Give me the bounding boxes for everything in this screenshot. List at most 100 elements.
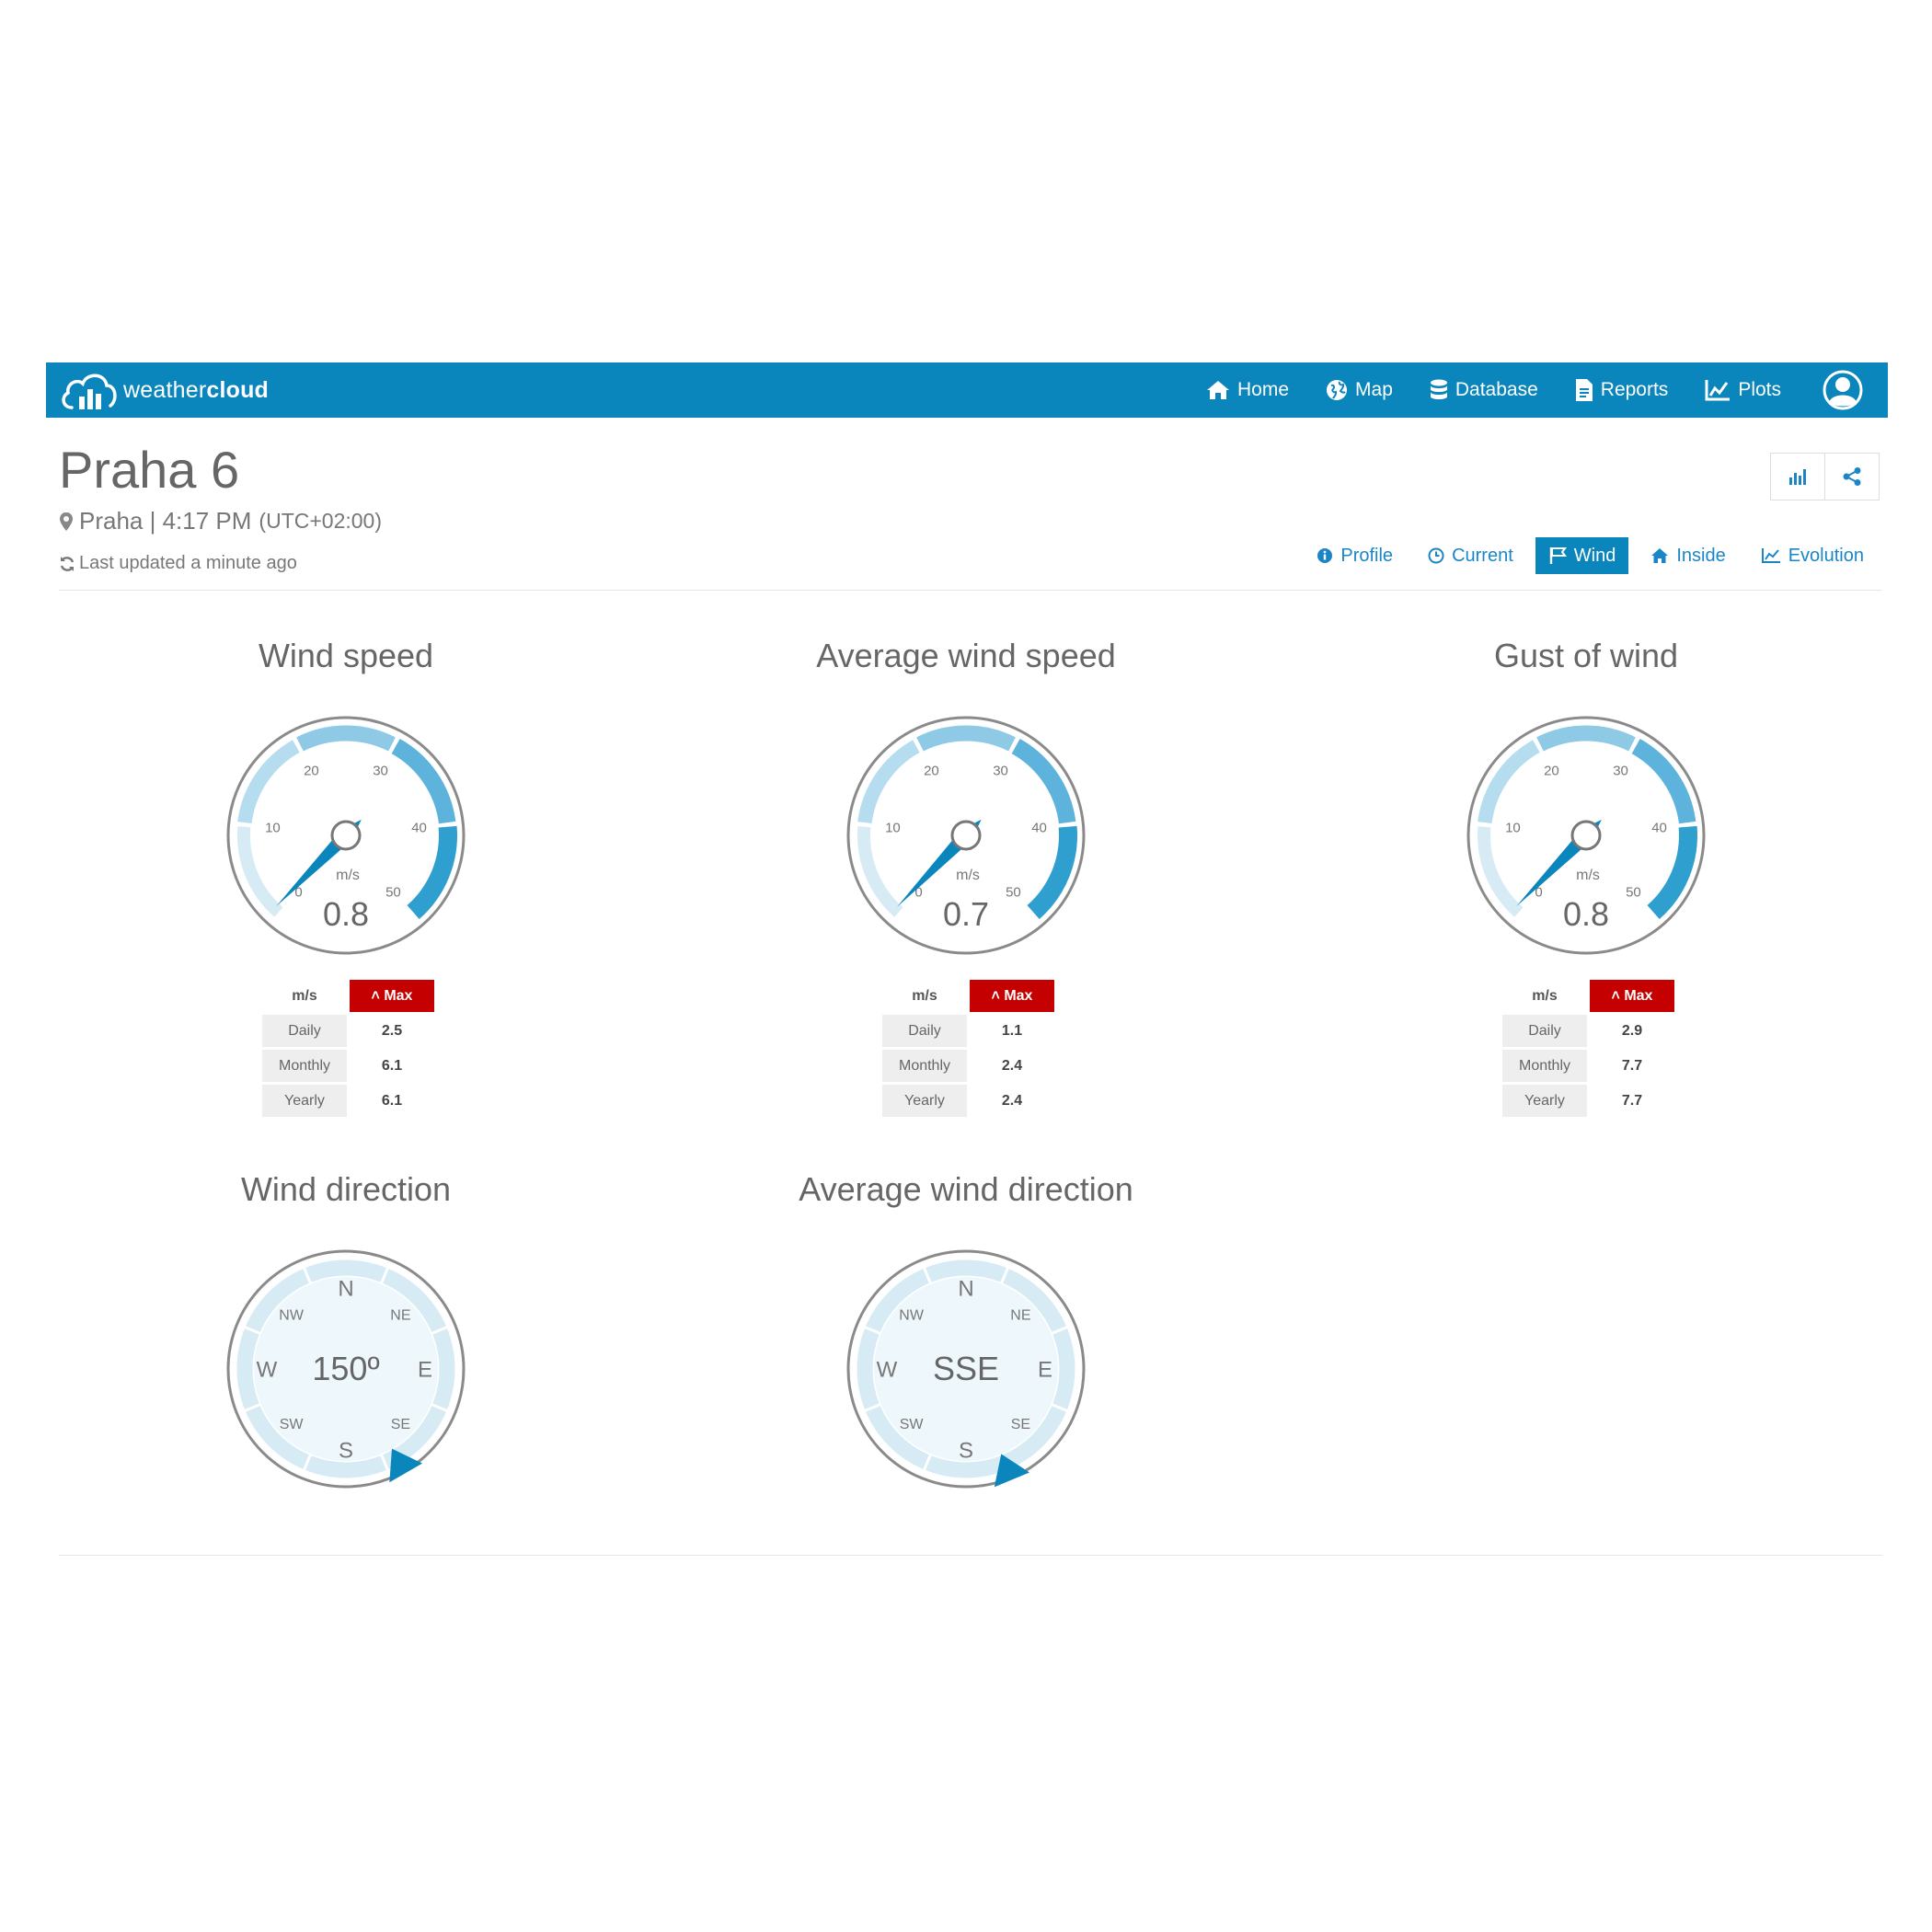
compass-label-e: E	[418, 1358, 432, 1383]
user-account-button[interactable]	[1820, 370, 1873, 410]
compass-label-e: E	[1038, 1358, 1052, 1383]
row-value: 7.7	[1621, 1057, 1643, 1074]
share-button[interactable]	[1825, 453, 1880, 500]
max-badge[interactable]: ˄ Max	[970, 980, 1054, 1012]
brand-logo[interactable]: weathercloud	[59, 362, 269, 418]
gauge-title: Gust of wind	[1493, 637, 1679, 674]
tab-inside[interactable]: Inside	[1638, 537, 1738, 574]
nav-label-database: Database	[1455, 379, 1538, 400]
tab-current[interactable]: Current	[1415, 537, 1526, 574]
speed-gauge: 01020 304050m/s0.7	[846, 716, 1086, 955]
average-wind-speed-panel: Average wind speed 0 10 20 30 40 50 m/s 0.7	[690, 633, 1242, 955]
header-divider	[59, 590, 1882, 591]
max-badge[interactable]: ˄ Max	[350, 980, 434, 1012]
tick-label: 20	[304, 763, 319, 778]
gauge-title: Wind speed	[258, 637, 434, 674]
tick-label: 40	[1651, 821, 1667, 836]
nav-item-reports[interactable]: Reports	[1575, 378, 1669, 402]
row-value: 2.9	[1621, 1022, 1643, 1039]
tick-label: 50	[385, 884, 401, 900]
gauge-value: 0.8	[323, 895, 369, 933]
flag-icon	[1549, 547, 1567, 564]
row-label: Daily	[1502, 1015, 1587, 1047]
needle-hub	[1570, 820, 1602, 851]
speed-gauge: 01020 304050m/s0.8	[226, 716, 466, 955]
nav-label-home: Home	[1236, 379, 1290, 400]
gauge-title: Average wind direction	[799, 1170, 1133, 1208]
chevron-up-icon: ˄	[1611, 987, 1620, 1004]
nav-item-home[interactable]: Home	[1206, 379, 1289, 401]
footer-divider	[59, 1555, 1882, 1556]
max-badge[interactable]: ˄ Max	[1590, 980, 1674, 1012]
station-location: Praha | 4:17 PM (UTC+02:00)	[59, 507, 382, 535]
max-label: Max	[1004, 987, 1033, 1004]
stats-unit: m/s	[1532, 987, 1558, 1004]
row-value: 2.5	[381, 1022, 403, 1039]
tab-label-profile: Profile	[1340, 545, 1394, 566]
compass-label-w: W	[877, 1358, 898, 1383]
tab-wind[interactable]: Wind	[1535, 537, 1629, 574]
tab-profile[interactable]: Profile	[1304, 537, 1406, 574]
chevron-up-icon: ˄	[991, 987, 1000, 1004]
tick-label: 20	[1544, 763, 1559, 778]
compass-label-nw: NW	[279, 1307, 305, 1323]
needle-hub	[950, 820, 982, 851]
stats-unit: m/s	[912, 987, 937, 1004]
row-label: Yearly	[882, 1085, 967, 1117]
row-label: Daily	[262, 1015, 347, 1047]
user-icon	[1823, 370, 1863, 410]
compass-label-s: S	[339, 1439, 353, 1464]
row-label: Monthly	[882, 1050, 967, 1082]
compass-label-ne: NE	[1010, 1307, 1030, 1323]
wind-speed-stats-table: m/s ˄ Max Daily 2.5 Monthly 6.1 Yearly 6.1	[259, 977, 437, 1120]
direction-value: SSE	[933, 1350, 999, 1387]
max-label: Max	[384, 987, 413, 1004]
nav-label-plots: Plots	[1738, 379, 1781, 400]
tab-label-inside: Inside	[1676, 545, 1726, 566]
nav-label-reports: Reports	[1600, 379, 1669, 400]
nav-label-map: Map	[1355, 379, 1393, 400]
compass-label-ne: NE	[390, 1307, 410, 1323]
refresh-icon	[60, 556, 75, 571]
tab-label-wind: Wind	[1573, 545, 1616, 566]
row-label: Yearly	[1502, 1085, 1587, 1117]
home-icon	[1206, 381, 1229, 399]
direction-value: 150º	[312, 1350, 379, 1387]
database-icon	[1430, 379, 1447, 399]
tick-label: 30	[373, 763, 388, 778]
last-updated: Last updated a minute ago	[59, 553, 297, 574]
line-chart-icon	[1761, 548, 1780, 563]
top-navbar: weathercloud Home Map Database Reports P…	[46, 362, 1888, 418]
nav-item-plots[interactable]: Plots	[1705, 379, 1781, 401]
compass-label-w: W	[257, 1358, 278, 1383]
tick-label: 50	[1006, 884, 1021, 900]
page-title: Praha 6	[59, 441, 240, 499]
station-timezone: (UTC+02:00)	[259, 509, 382, 533]
tab-evolution[interactable]: Evolution	[1748, 537, 1877, 574]
compass-label-s: S	[959, 1439, 973, 1464]
station-tools	[1770, 453, 1880, 500]
compass-label-sw: SW	[280, 1417, 305, 1432]
nav-item-database[interactable]: Database	[1430, 379, 1538, 401]
chevron-up-icon: ˄	[371, 987, 380, 1004]
average-wind-direction-panel: Average wind direction N NE E SE S SW W NW SSE	[690, 1167, 1242, 1489]
tick-label: 40	[1031, 821, 1047, 836]
row-value: 6.1	[381, 1057, 403, 1074]
compass-label-se: SE	[1011, 1417, 1030, 1432]
row-value: 1.1	[1001, 1022, 1023, 1039]
bar-chart-icon	[1789, 469, 1806, 485]
row-label: Daily	[882, 1015, 967, 1047]
globe-icon	[1327, 380, 1348, 400]
row-label: Yearly	[262, 1085, 347, 1117]
line-chart-icon	[1705, 380, 1731, 401]
stats-button[interactable]	[1770, 453, 1825, 500]
tick-label: 30	[1613, 763, 1628, 778]
gauge-unit: m/s	[956, 868, 980, 883]
tick-label: 10	[885, 821, 901, 836]
gauge-unit: m/s	[1576, 868, 1600, 883]
info-icon	[1317, 548, 1333, 563]
wind-speed-panel: Wind speed 0 10 20 30 40 50 m/s 0.8	[70, 633, 622, 955]
nav-item-map[interactable]: Map	[1326, 379, 1393, 401]
row-value: 7.7	[1621, 1092, 1643, 1109]
brand-name-light: weather	[123, 376, 207, 403]
